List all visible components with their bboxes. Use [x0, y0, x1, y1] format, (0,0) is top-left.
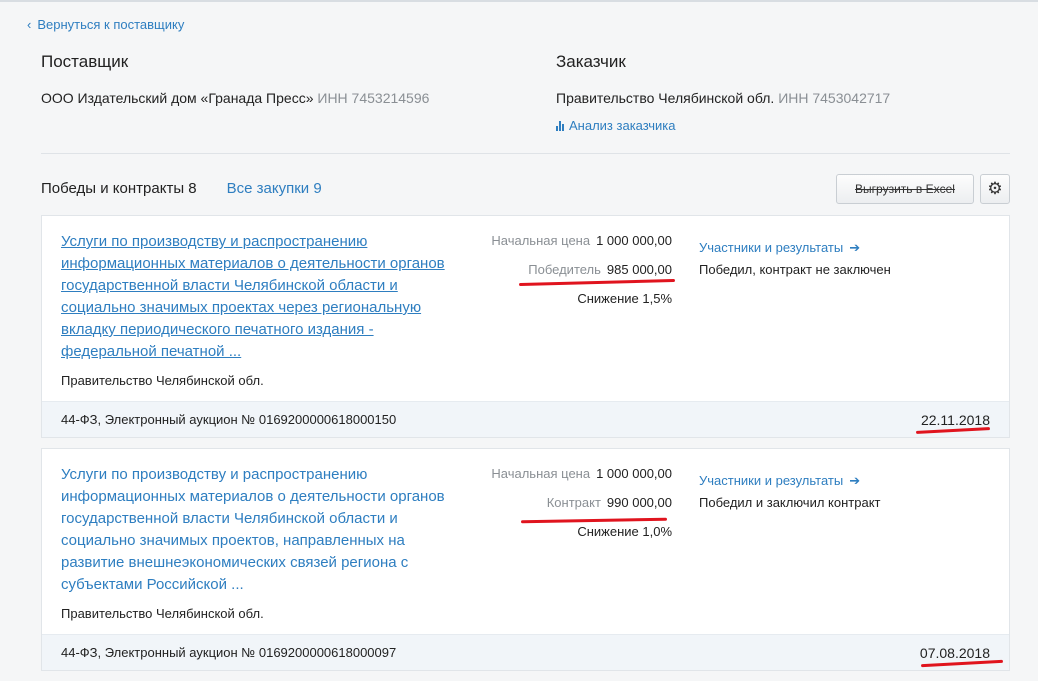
- purchase-customer: Правительство Челябинской обл.: [61, 373, 264, 388]
- result-price-label: Победитель: [528, 262, 601, 277]
- section-divider: [41, 153, 1010, 154]
- purchase-card: Услуги по производству и распространению…: [41, 215, 1010, 438]
- back-link-label: Вернуться к поставщику: [37, 17, 185, 32]
- purchase-card: Услуги по производству и распространению…: [41, 448, 1010, 671]
- participants-results-link[interactable]: Участники и результаты ➔: [699, 233, 891, 262]
- purchase-footer: 44-ФЗ, Электронный аукцион № 01692000006…: [42, 401, 1009, 437]
- purchase-footer: 44-ФЗ, Электронный аукцион № 01692000006…: [42, 634, 1009, 670]
- customer-heading: Заказчик: [556, 52, 626, 71]
- customer-analysis-link[interactable]: Анализ заказчика: [556, 118, 890, 133]
- chevron-left-icon: ‹: [27, 17, 32, 32]
- start-price-row: Начальная цена 1 000 000,00: [491, 233, 672, 262]
- supplier-block: Поставщик ООО Издательский дом «Гранада …: [41, 52, 429, 106]
- tab-all-purchases[interactable]: Все закупки 9: [227, 180, 322, 197]
- result-price-value: 990 000,00: [606, 495, 672, 510]
- procedure-info: 44-ФЗ, Электронный аукцион № 01692000006…: [61, 412, 397, 427]
- participants-results-label: Участники и результаты: [699, 473, 844, 488]
- start-price-label: Начальная цена: [491, 466, 591, 481]
- procedure-info: 44-ФЗ, Электронный аукцион № 01692000006…: [61, 645, 397, 660]
- purchase-date: 22.11.2018: [920, 411, 990, 428]
- price-block: Начальная цена 1 000 000,00 Победитель 985…: [491, 233, 672, 320]
- purchase-title-link[interactable]: Услуги по производству и распространению…: [61, 464, 446, 596]
- price-block: Начальная цена 1 000 000,00 Контракт 990 0…: [491, 466, 672, 553]
- result-price-label: Контракт: [546, 495, 601, 510]
- customer-name-line: Правительство Челябинской обл. ИНН 74530…: [556, 90, 890, 106]
- result-price-value: 985 000,00: [606, 262, 672, 277]
- participants-results-link[interactable]: Участники и результаты ➔: [699, 466, 881, 495]
- participants-results-label: Участники и результаты: [699, 240, 844, 255]
- purchase-title-link[interactable]: Услуги по производству и распространению…: [61, 231, 446, 363]
- purchase-date: 07.08.2018: [919, 644, 990, 661]
- tab-wins-contracts[interactable]: Победы и контракты 8: [41, 180, 197, 197]
- results-block: Участники и результаты ➔ Победил, контра…: [699, 233, 891, 278]
- gear-icon: ⚙: [987, 179, 1003, 198]
- customer-name: Правительство Челябинской обл.: [556, 90, 775, 106]
- arrow-right-icon: ➔: [849, 472, 861, 488]
- purchase-status: Победил, контракт не заключен: [699, 262, 891, 277]
- results-block: Участники и результаты ➔ Победил и заклю…: [699, 466, 881, 511]
- back-to-supplier-link[interactable]: ‹ Вернуться к поставщику: [27, 17, 184, 32]
- supplier-name-line: ООО Издательский дом «Гранада Пресс» ИНН…: [41, 90, 429, 106]
- start-price-row: Начальная цена 1 000 000,00: [491, 466, 672, 495]
- result-price-row: Победитель 985 000,00: [491, 262, 672, 291]
- supplier-inn: ИНН 7453214596: [317, 90, 430, 106]
- purchase-tabs: Победы и контракты 8 Все закупки 9: [41, 180, 322, 197]
- start-price-value: 1 000 000,00: [596, 233, 672, 248]
- purchase-customer: Правительство Челябинской обл.: [61, 606, 264, 621]
- top-border: [0, 0, 1038, 2]
- price-reduction: Снижение 1,5%: [577, 291, 672, 306]
- start-price-value: 1 000 000,00: [596, 466, 672, 481]
- export-excel-button[interactable]: Выгрузить в Excel: [836, 174, 974, 204]
- arrow-right-icon: ➔: [849, 239, 861, 255]
- price-reduction: Снижение 1,0%: [577, 524, 672, 539]
- bar-chart-icon: [556, 120, 564, 131]
- supplier-heading: Поставщик: [41, 52, 129, 71]
- customer-block: Заказчик Правительство Челябинской обл. …: [556, 52, 890, 133]
- supplier-name: ООО Издательский дом «Гранада Пресс»: [41, 90, 314, 106]
- purchase-status: Победил и заключил контракт: [699, 495, 881, 510]
- customer-inn: ИНН 7453042717: [778, 90, 891, 106]
- customer-analysis-label: Анализ заказчика: [569, 118, 676, 133]
- start-price-label: Начальная цена: [491, 233, 591, 248]
- settings-button[interactable]: ⚙: [980, 174, 1010, 204]
